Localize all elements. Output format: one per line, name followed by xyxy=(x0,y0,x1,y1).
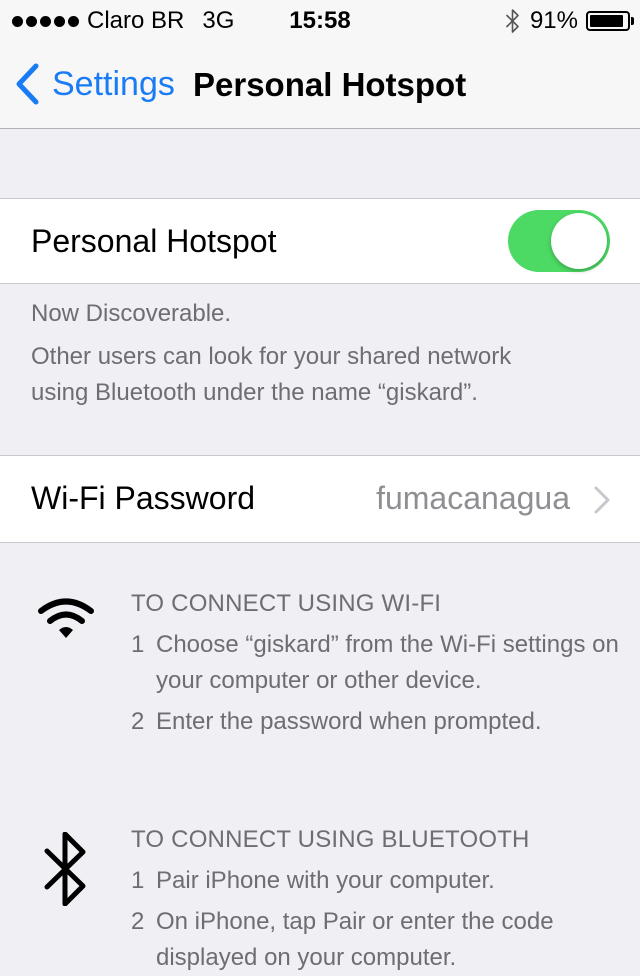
bluetooth-instructions: TO CONNECT USING BLUETOOTH 1 Pair iPhone… xyxy=(131,822,621,976)
step-text: On iPhone, tap Pair or enter the code di… xyxy=(156,908,554,971)
step-number: 1 xyxy=(131,631,145,658)
wifi-instructions: TO CONNECT USING WI-FI 1 Choose “giskard… xyxy=(131,586,621,740)
page-title: Personal Hotspot xyxy=(193,66,467,103)
discoverable-note: Now Discoverable. Other users can look f… xyxy=(31,296,511,411)
toggle-knob xyxy=(551,213,607,269)
wifi-step: 1 Choose “giskard” from the Wi-Fi settin… xyxy=(131,627,621,699)
wifi-password-label: Wi-Fi Password xyxy=(31,480,256,516)
wifi-icon xyxy=(38,598,94,638)
status-right: 91% xyxy=(506,7,634,35)
wifi-password-row[interactable]: Wi-Fi Password fumacanagua xyxy=(0,455,640,543)
discoverable-description-line2: using Bluetooth under the name “giskard”… xyxy=(31,379,478,406)
battery-icon xyxy=(586,11,634,31)
wifi-instructions-heading: TO CONNECT USING WI-FI xyxy=(131,590,442,617)
step-number: 2 xyxy=(131,708,145,735)
wifi-password-value: fumacanagua xyxy=(376,480,570,516)
bluetooth-status-icon xyxy=(506,9,519,33)
chevron-left-icon xyxy=(16,63,39,105)
hotspot-toggle-row: Personal Hotspot xyxy=(0,198,640,284)
step-text: Enter the password when prompted. xyxy=(156,708,542,735)
step-number: 1 xyxy=(131,867,145,894)
step-number: 2 xyxy=(131,908,145,935)
bluetooth-icon xyxy=(44,832,86,906)
discoverable-description-line1: Other users can look for your shared net… xyxy=(31,343,512,370)
discoverable-status: Now Discoverable. xyxy=(31,300,232,327)
bluetooth-step: 2 On iPhone, tap Pair or enter the code … xyxy=(131,904,621,976)
hotspot-label: Personal Hotspot xyxy=(31,223,277,259)
wifi-step: 2 Enter the password when prompted. xyxy=(131,704,621,740)
step-text: Pair iPhone with your computer. xyxy=(156,867,495,894)
chevron-right-icon xyxy=(594,486,610,514)
step-text: Choose “giskard” from the Wi-Fi settings… xyxy=(156,631,619,694)
bluetooth-step: 1 Pair iPhone with your computer. xyxy=(131,863,621,899)
status-bar: Claro BR 3G 15:58 91% xyxy=(0,0,640,40)
hotspot-toggle-switch[interactable] xyxy=(508,210,610,272)
navigation-bar: Settings Personal Hotspot xyxy=(0,40,640,129)
back-button-label: Settings xyxy=(52,64,175,103)
battery-fill xyxy=(590,15,623,27)
back-button[interactable]: Settings xyxy=(14,62,175,106)
battery-percentage: 91% xyxy=(529,7,578,34)
bluetooth-instructions-heading: TO CONNECT USING BLUETOOTH xyxy=(131,826,530,853)
